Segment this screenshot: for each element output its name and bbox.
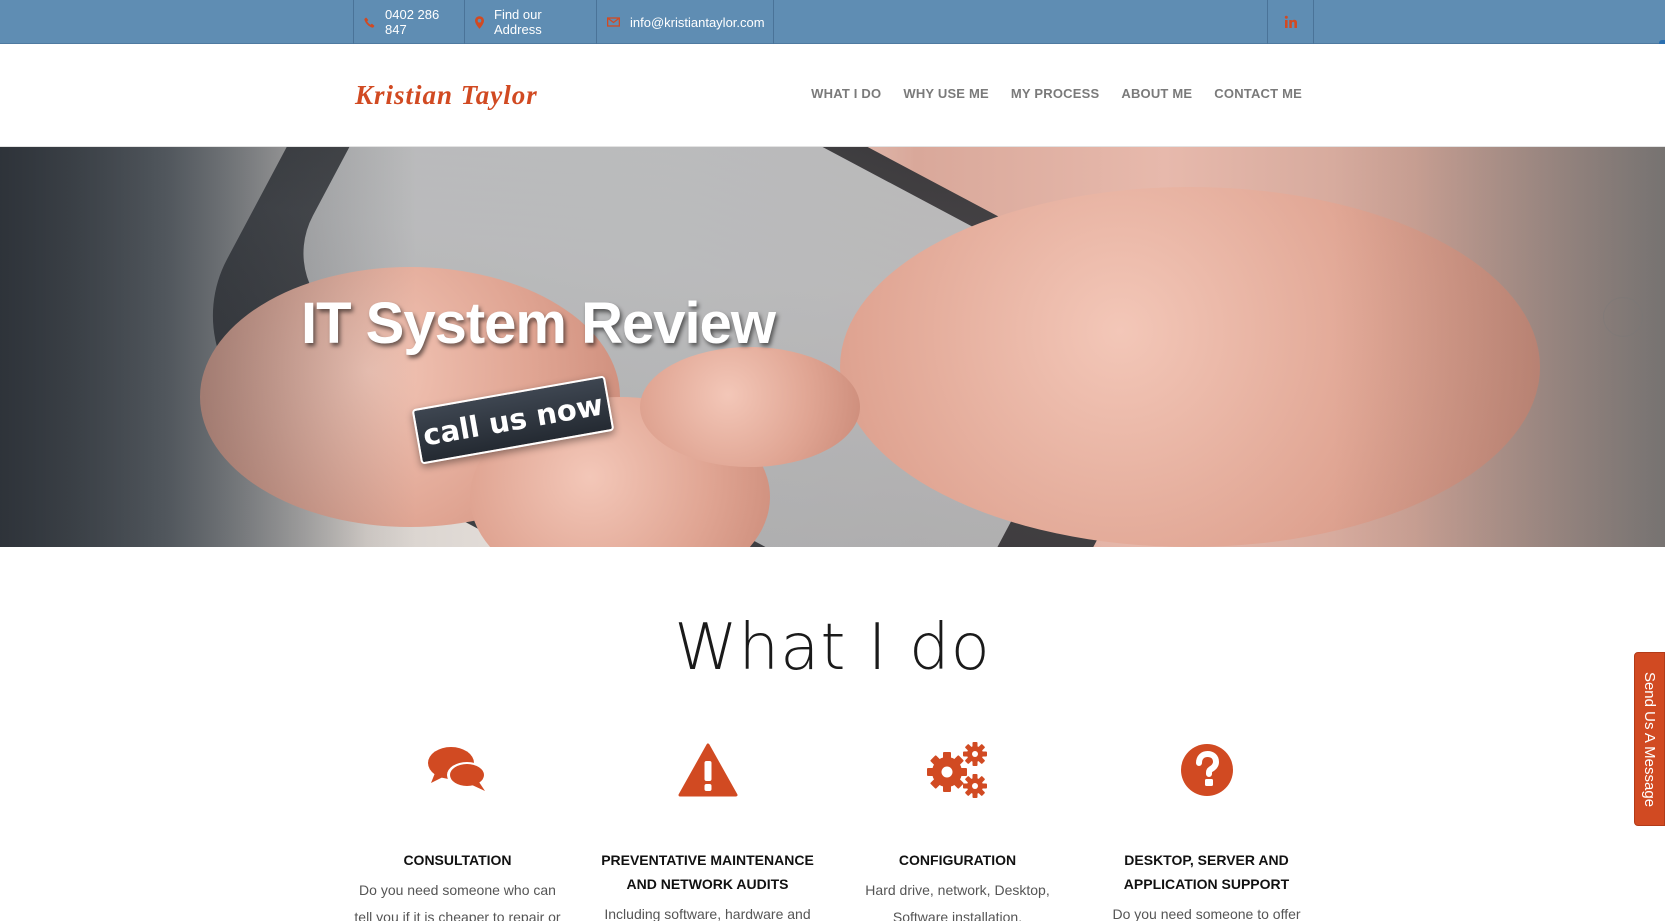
nav-my-process[interactable]: MY PROCESS	[1011, 86, 1099, 101]
address-contact[interactable]: Find our Address	[464, 0, 597, 44]
question-circle-icon	[1099, 738, 1314, 802]
section-title-what-i-do: What I do	[674, 611, 991, 685]
cogs-icon	[850, 738, 1065, 802]
hero-slider: IT System Review call us now	[0, 147, 1665, 547]
service-title: CONSULTATION	[403, 852, 512, 868]
nav-about-me[interactable]: ABOUT ME	[1121, 86, 1192, 101]
site-logo[interactable]: Kristian Taylor	[355, 80, 538, 111]
site-header: Kristian Taylor WHAT I DO WHY USE ME MY …	[0, 44, 1665, 147]
slider-next-button[interactable]	[1603, 297, 1643, 337]
service-configuration: CONFIGURATION Hard drive, network, Deskt…	[850, 738, 1065, 921]
service-consultation: CONSULTATION Do you need someone who can…	[350, 738, 565, 921]
service-description: Do you need someone to offer	[1112, 906, 1301, 921]
service-title: CONFIGURATION	[898, 852, 1017, 868]
map-marker-icon	[475, 15, 484, 29]
email-address[interactable]: info@kristiantaylor.com	[630, 15, 765, 30]
nav-what-i-do[interactable]: WHAT I DO	[811, 86, 881, 101]
phone-number: 0402 286 847	[385, 7, 440, 37]
envelope-icon	[607, 17, 620, 27]
nav-why-use-me[interactable]: WHY USE ME	[903, 86, 989, 101]
phone-contact[interactable]: 0402 286 847	[353, 0, 465, 44]
email-contact[interactable]: info@kristiantaylor.com	[596, 0, 774, 44]
nav-contact-me[interactable]: CONTACT ME	[1214, 86, 1302, 101]
service-title: PREVENTATIVE MAINTENANCE AND NETWORK AUD…	[601, 852, 814, 892]
hero-overlay	[0, 147, 1665, 547]
send-message-tab[interactable]: Send Us A Message	[1634, 652, 1665, 826]
hero-title: IT System Review	[301, 291, 776, 356]
top-contact-bar: 0402 286 847 Find our Address info@krist…	[0, 0, 1665, 44]
phone-icon	[364, 17, 375, 28]
warning-icon	[600, 738, 815, 802]
address-link[interactable]: Find our Address	[494, 7, 586, 37]
service-description: Do you need someone who can tell you if …	[354, 882, 561, 921]
service-title: DESKTOP, SERVER AND APPLICATION SUPPORT	[1123, 852, 1290, 892]
main-navigation: WHAT I DO WHY USE ME MY PROCESS ABOUT ME…	[811, 86, 1302, 101]
linkedin-link[interactable]	[1267, 0, 1314, 44]
linkedin-icon	[1284, 15, 1298, 29]
service-description: Including software, hardware and	[604, 906, 811, 921]
send-message-label: Send Us A Message	[1641, 671, 1658, 807]
service-desktop-support: DESKTOP, SERVER AND APPLICATION SUPPORT …	[1099, 738, 1314, 921]
service-description: Hard drive, network, Desktop, Software i…	[865, 882, 1050, 921]
service-preventative-maintenance: PREVENTATIVE MAINTENANCE AND NETWORK AUD…	[600, 738, 815, 921]
comments-icon	[350, 738, 565, 802]
